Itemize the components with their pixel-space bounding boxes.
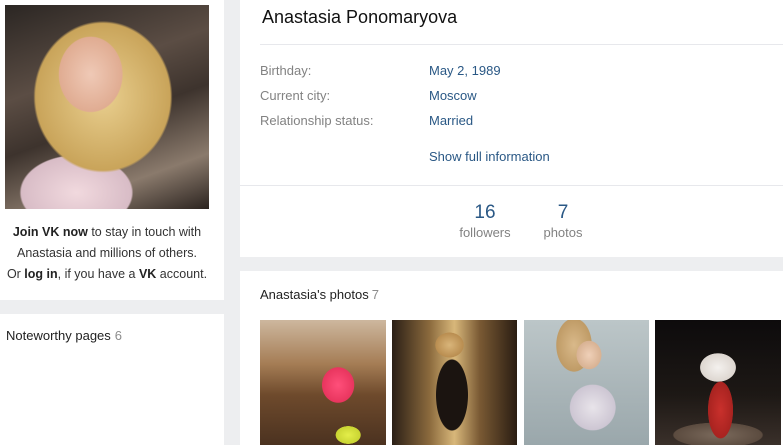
info-label-city: Current city: [260,88,331,103]
photos-label: photos [543,225,583,240]
join-prompt: Join VK now to stay in touch with Anasta… [0,222,214,285]
info-label-relationship: Relationship status: [260,113,374,128]
photo-thumbnail[interactable] [524,320,649,445]
login-link[interactable]: log in [24,267,57,281]
photos-title: Anastasia's photos [260,287,369,302]
info-value-relationship[interactable]: Married [429,113,473,128]
info-value-city[interactable]: Moscow [429,88,477,103]
noteworthy-pages-title: Noteworthy pages [6,328,111,343]
join-prompt-mid: , if you have a [57,267,139,281]
show-full-information-link[interactable]: Show full information [429,149,550,164]
followers-count: 16 [474,202,496,223]
photos-total-count: 7 [371,287,379,302]
join-prompt-line2: Anastasia and millions of others. [17,246,197,260]
photo-thumbnail[interactable] [655,320,781,445]
followers-label: followers [459,225,511,240]
profile-avatar[interactable] [5,5,209,209]
photo-thumbnail[interactable] [392,320,517,445]
photo-thumbnail[interactable] [260,320,386,445]
photos-counter[interactable]: 7 photos [533,202,593,242]
info-value-birthday[interactable]: May 2, 1989 [429,63,501,78]
join-prompt-text: to stay in touch with [87,225,202,239]
noteworthy-pages-header[interactable]: Noteworthy pages 6 [6,328,122,343]
vk-brand-text: VK [138,267,157,281]
join-prompt-or: Or [6,267,25,281]
divider [260,44,783,45]
info-label-birthday: Birthday: [260,63,312,78]
noteworthy-pages-count: 6 [114,328,123,343]
profile-name: Anastasia Ponomaryova [262,7,458,27]
divider [240,185,783,186]
join-vk-link[interactable]: Join VK now [13,225,88,239]
photos-count: 7 [557,202,569,223]
photos-header[interactable]: Anastasia's photos 7 [260,287,379,302]
join-prompt-end: account. [156,267,208,281]
followers-counter[interactable]: 16 followers [450,202,520,242]
